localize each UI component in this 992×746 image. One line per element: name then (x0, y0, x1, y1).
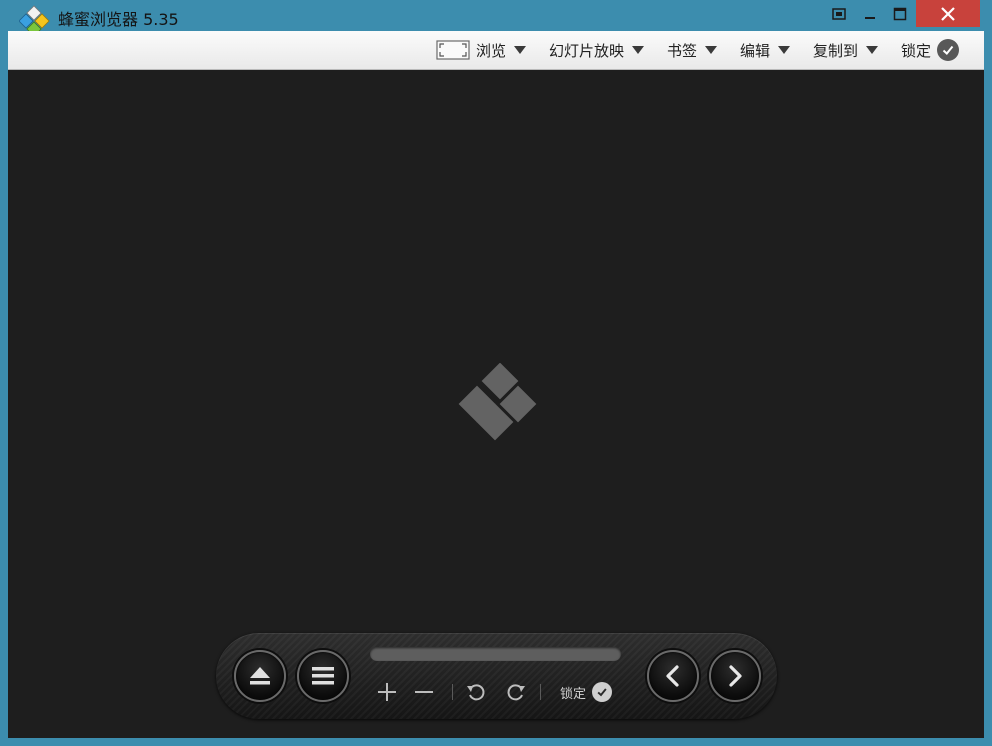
image-viewer-area[interactable]: 锁定 (8, 70, 984, 738)
compact-mode-icon (832, 8, 846, 20)
chevron-down-icon (866, 46, 879, 54)
chevron-down-icon (632, 46, 645, 54)
menu-browse[interactable]: 浏览 (436, 31, 527, 69)
close-button[interactable] (916, 0, 980, 27)
playback-control-bar: 锁定 (216, 633, 777, 719)
menu-lock-label: 锁定 (901, 41, 932, 60)
eject-button[interactable] (234, 650, 286, 702)
close-icon (941, 6, 955, 21)
empty-viewer-logo-icon (458, 363, 537, 441)
menu-bookmarks-label: 书签 (667, 41, 698, 60)
zoom-out-button[interactable] (413, 681, 435, 703)
divider (451, 681, 453, 703)
menu-edit[interactable]: 编辑 (740, 31, 791, 69)
maximize-button[interactable] (888, 0, 912, 28)
previous-button[interactable] (647, 650, 699, 702)
menu-slideshow-label: 幻灯片放映 (549, 41, 625, 60)
menu-edit-label: 编辑 (740, 41, 771, 60)
menu-copy-to-label: 复制到 (813, 41, 859, 60)
title-bar: 蜂蜜浏览器 5.35 (0, 0, 992, 37)
rotate-left-button[interactable] (465, 681, 487, 703)
divider (539, 681, 541, 703)
lock-toggle[interactable]: 锁定 (560, 681, 630, 703)
fullscreen-icon (436, 40, 470, 60)
zoom-in-button[interactable] (376, 681, 398, 703)
rotate-right-icon (507, 684, 525, 701)
rotate-left-icon (467, 684, 485, 701)
minimize-button[interactable] (858, 0, 882, 28)
menu-browse-label: 浏览 (476, 41, 507, 60)
minimize-icon (865, 17, 875, 19)
next-button[interactable] (709, 650, 761, 702)
menu-bookmarks[interactable]: 书签 (667, 31, 718, 69)
list-button[interactable] (297, 650, 349, 702)
chevron-down-icon (705, 46, 718, 54)
chevron-down-icon (778, 46, 791, 54)
lock-label: 锁定 (560, 686, 587, 702)
window-title: 蜂蜜浏览器 5.35 (58, 10, 179, 29)
compact-mode-button[interactable] (828, 0, 850, 28)
menu-lock[interactable]: 锁定 (901, 31, 960, 69)
chevron-down-icon (514, 46, 527, 54)
checkmark-icon (937, 39, 960, 61)
eject-icon (250, 667, 270, 685)
menu-copy-to[interactable]: 复制到 (813, 31, 879, 69)
menu-slideshow[interactable]: 幻灯片放映 (549, 31, 645, 69)
list-icon (312, 667, 334, 685)
checkmark-icon (592, 682, 613, 702)
plus-icon (378, 683, 396, 701)
menu-bar: 浏览 幻灯片放映 书签 编辑 复制到 锁定 (8, 31, 984, 70)
minus-icon (415, 691, 433, 693)
rotate-right-button[interactable] (505, 681, 527, 703)
chevron-right-icon (729, 665, 742, 687)
maximize-icon (893, 7, 907, 21)
progress-slider[interactable] (370, 647, 621, 661)
chevron-left-icon (666, 665, 679, 687)
